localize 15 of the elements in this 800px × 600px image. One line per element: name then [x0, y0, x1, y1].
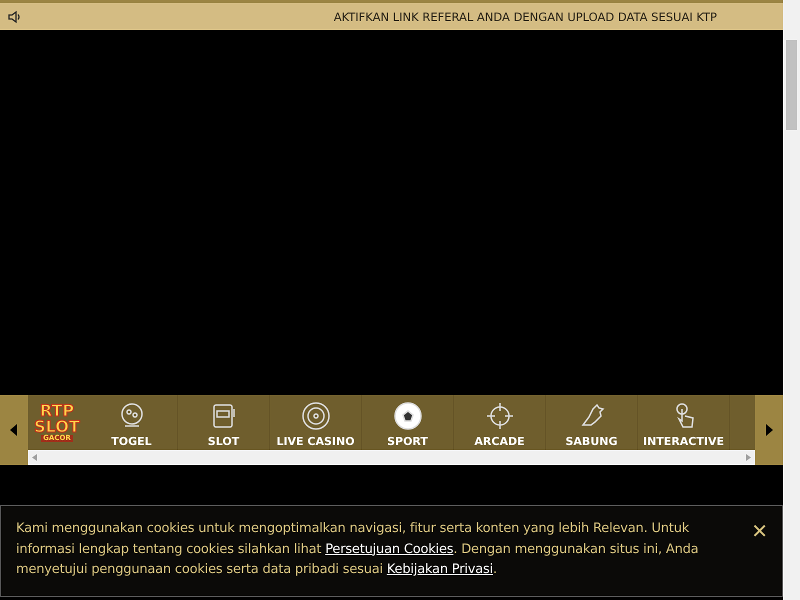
soccer-ball-icon: [392, 401, 422, 431]
cookie-policy-link[interactable]: Persetujuan Cookies: [325, 542, 454, 556]
scroll-right-icon[interactable]: [746, 454, 751, 461]
privacy-policy-link[interactable]: Kebijakan Privasi: [386, 562, 494, 577]
scroll-left-icon[interactable]: [32, 454, 37, 461]
roulette-icon: [300, 401, 330, 431]
left-arrow-icon[interactable]: [10, 424, 18, 436]
speaker-icon[interactable]: [8, 10, 22, 24]
crosshair-icon: [484, 401, 514, 431]
right-arrow-icon[interactable]: [765, 424, 773, 436]
cookie-notice: Kami menggunakan cookies untuk mengoptimalkan navigasi, fitur serta konten yang lebih Relevan. Untuk informasi lengkap tentang cookies silahkan lihat Persetujuan Cookies. Dengan menggunakan situs ini, Anda menyetujui penggunaan cookies serta data pribadi sesuai Kebijakan Privasi.: [16, 520, 700, 579]
scrollbar[interactable]: [783, 0, 800, 600]
close-button[interactable]: ✕: [751, 519, 768, 543]
announcement-text: AKTIFKAN LINK REFERAL ANDA DENGAN UPLOAD DATA SESUAI KTP: [334, 10, 717, 24]
horizontal-scrollbar[interactable]: [28, 450, 755, 465]
